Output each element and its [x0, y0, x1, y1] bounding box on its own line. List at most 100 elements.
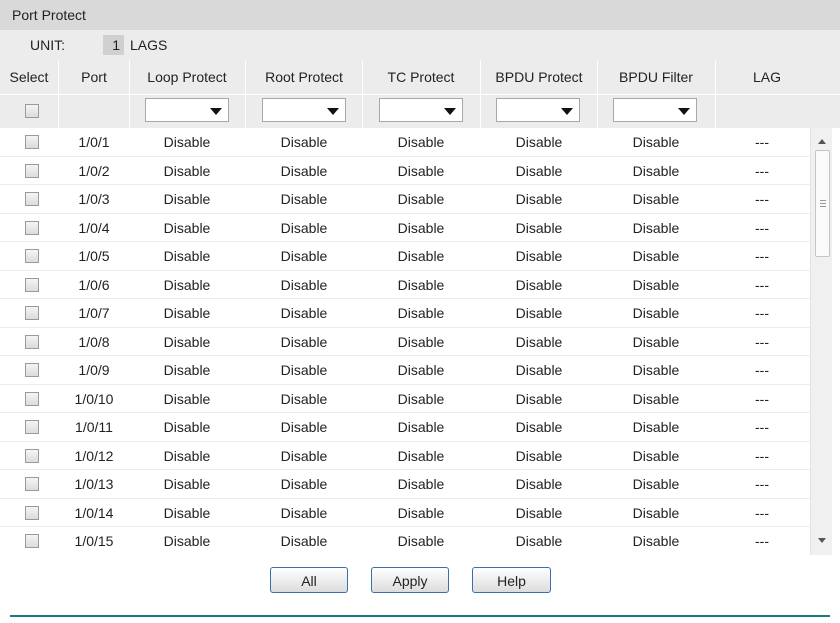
bpdu-filter-select[interactable] — [613, 98, 697, 122]
bpdu-protect-cell: Disable — [515, 134, 563, 150]
lag-cell: --- — [755, 134, 769, 150]
bpdu-protect-cell: Disable — [515, 191, 563, 207]
unit-1-link[interactable]: 1 — [103, 35, 124, 55]
row-select-checkbox[interactable] — [25, 306, 39, 320]
lag-cell: --- — [755, 305, 769, 321]
loop-protect-cell: Disable — [163, 162, 211, 179]
root-protect-cell: Disable — [280, 447, 328, 464]
loop-protect-cell: Disable — [163, 333, 211, 350]
port-cell: 1/0/7 — [78, 305, 110, 321]
table-row[interactable]: 1/0/7 Disable Disable Disable Disable Disable… — [0, 299, 810, 328]
row-select-checkbox[interactable] — [25, 135, 39, 149]
lag-cell: --- — [755, 504, 769, 521]
col-header-loop-protect: Loop Protect — [147, 69, 227, 85]
bpdu-protect-cell: Disable — [515, 219, 563, 236]
root-protect-cell: Disable — [280, 362, 328, 378]
row-select-checkbox[interactable] — [25, 334, 39, 349]
bpdu-protect-cell: Disable — [515, 333, 563, 350]
table-header: Select Port Loop Protect Root Protect TC… — [0, 60, 840, 94]
row-select-checkbox[interactable] — [25, 477, 39, 491]
table-row[interactable]: 1/0/10 Disable Disable Disable Disable Disabl… — [0, 385, 810, 413]
lag-cell: --- — [755, 476, 769, 492]
table-row[interactable]: 1/0/3 Disable Disable Disable Disable Disable… — [0, 185, 810, 214]
tc-protect-cell: Disable — [397, 219, 445, 236]
lag-cell: --- — [755, 362, 769, 378]
tc-protect-cell: Disable — [397, 504, 445, 521]
bpdu-filter-cell: Disable — [632, 276, 680, 293]
chevron-down-icon — [327, 108, 339, 115]
bpdu-protect-select[interactable] — [496, 98, 580, 122]
select-all-checkbox[interactable] — [25, 104, 39, 118]
row-select-checkbox[interactable] — [25, 448, 39, 463]
row-select-checkbox[interactable] — [25, 277, 39, 292]
row-select-checkbox[interactable] — [25, 420, 39, 434]
lags-link[interactable]: LAGS — [130, 37, 167, 53]
port-cell: 1/0/2 — [78, 162, 110, 179]
port-cell: 1/0/10 — [74, 390, 114, 407]
table-row[interactable]: 1/0/15 Disable Disable Disable Disable Disabl… — [0, 527, 810, 555]
table-row[interactable]: 1/0/5 Disable Disable Disable Disable Disable… — [0, 242, 810, 271]
row-select-checkbox[interactable] — [25, 505, 39, 520]
row-select-checkbox[interactable] — [25, 391, 39, 406]
port-cell: 1/0/6 — [78, 276, 110, 293]
row-select-checkbox[interactable] — [25, 220, 39, 235]
col-header-root-protect: Root Protect — [265, 69, 343, 85]
scroll-up-arrow-icon[interactable] — [818, 139, 826, 144]
col-header-select: Select — [9, 69, 49, 85]
table-row[interactable]: 1/0/9 Disable Disable Disable Disable Disable… — [0, 356, 810, 385]
port-cell: 1/0/13 — [74, 476, 114, 492]
port-cell: 1/0/14 — [74, 504, 114, 521]
table-row[interactable]: 1/0/2 Disable Disable Disable Disable Disable… — [0, 157, 810, 185]
bpdu-filter-cell: Disable — [632, 447, 680, 464]
apply-button[interactable]: Apply — [371, 567, 449, 593]
table-row[interactable]: 1/0/4 Disable Disable Disable Disable Disable… — [0, 214, 810, 242]
root-protect-cell: Disable — [280, 476, 328, 492]
port-list[interactable]: 1/0/1 Disable Disable Disable Disable Disable… — [0, 128, 810, 555]
scrollbar-thumb[interactable] — [815, 150, 830, 257]
col-header-lag: LAG — [752, 69, 782, 85]
port-cell: 1/0/12 — [74, 447, 114, 464]
bpdu-protect-cell: Disable — [515, 305, 563, 321]
table-row[interactable]: 1/0/6 Disable Disable Disable Disable Disable… — [0, 271, 810, 299]
help-button[interactable]: Help — [472, 567, 551, 593]
bpdu-filter-cell: Disable — [632, 504, 680, 521]
bpdu-protect-cell: Disable — [515, 533, 563, 549]
row-select-checkbox[interactable] — [25, 249, 39, 263]
row-select-checkbox[interactable] — [25, 534, 39, 548]
panel-title: Port Protect — [0, 0, 840, 30]
root-protect-cell: Disable — [280, 305, 328, 321]
all-button[interactable]: All — [270, 567, 348, 593]
table-row[interactable]: 1/0/12 Disable Disable Disable Disable Disabl… — [0, 442, 810, 470]
root-protect-select[interactable] — [262, 98, 346, 122]
lag-cell: --- — [755, 390, 769, 407]
root-protect-cell: Disable — [280, 134, 328, 150]
table-row[interactable]: 1/0/14 Disable Disable Disable Disable Disabl… — [0, 499, 810, 527]
tc-protect-cell: Disable — [397, 362, 445, 378]
port-cell: 1/0/5 — [78, 248, 110, 264]
root-protect-cell: Disable — [280, 504, 328, 521]
col-header-tc-protect: TC Protect — [387, 69, 455, 85]
loop-protect-cell: Disable — [163, 134, 211, 150]
table-row[interactable]: 1/0/13 Disable Disable Disable Disable Disabl… — [0, 470, 810, 499]
loop-protect-cell: Disable — [163, 305, 211, 321]
row-select-checkbox[interactable] — [25, 363, 39, 377]
bpdu-filter-cell: Disable — [632, 219, 680, 236]
table-row[interactable]: 1/0/8 Disable Disable Disable Disable Disable… — [0, 328, 810, 356]
port-cell: 1/0/4 — [78, 219, 110, 236]
scrollbar[interactable] — [810, 128, 832, 555]
port-cell: 1/0/9 — [78, 362, 110, 378]
tc-protect-select[interactable] — [379, 98, 463, 122]
tc-protect-cell: Disable — [397, 419, 445, 435]
bpdu-filter-cell: Disable — [632, 390, 680, 407]
row-select-checkbox[interactable] — [25, 192, 39, 206]
root-protect-cell: Disable — [280, 248, 328, 264]
tc-protect-cell: Disable — [397, 191, 445, 207]
row-select-checkbox[interactable] — [25, 163, 39, 178]
table-row[interactable]: 1/0/1 Disable Disable Disable Disable Disable… — [0, 128, 810, 157]
loop-protect-cell: Disable — [163, 219, 211, 236]
loop-protect-select[interactable] — [145, 98, 229, 122]
tc-protect-cell: Disable — [397, 162, 445, 179]
table-row[interactable]: 1/0/11 Disable Disable Disable Disable Disabl… — [0, 413, 810, 442]
root-protect-cell: Disable — [280, 219, 328, 236]
scroll-down-arrow-icon[interactable] — [818, 538, 826, 543]
